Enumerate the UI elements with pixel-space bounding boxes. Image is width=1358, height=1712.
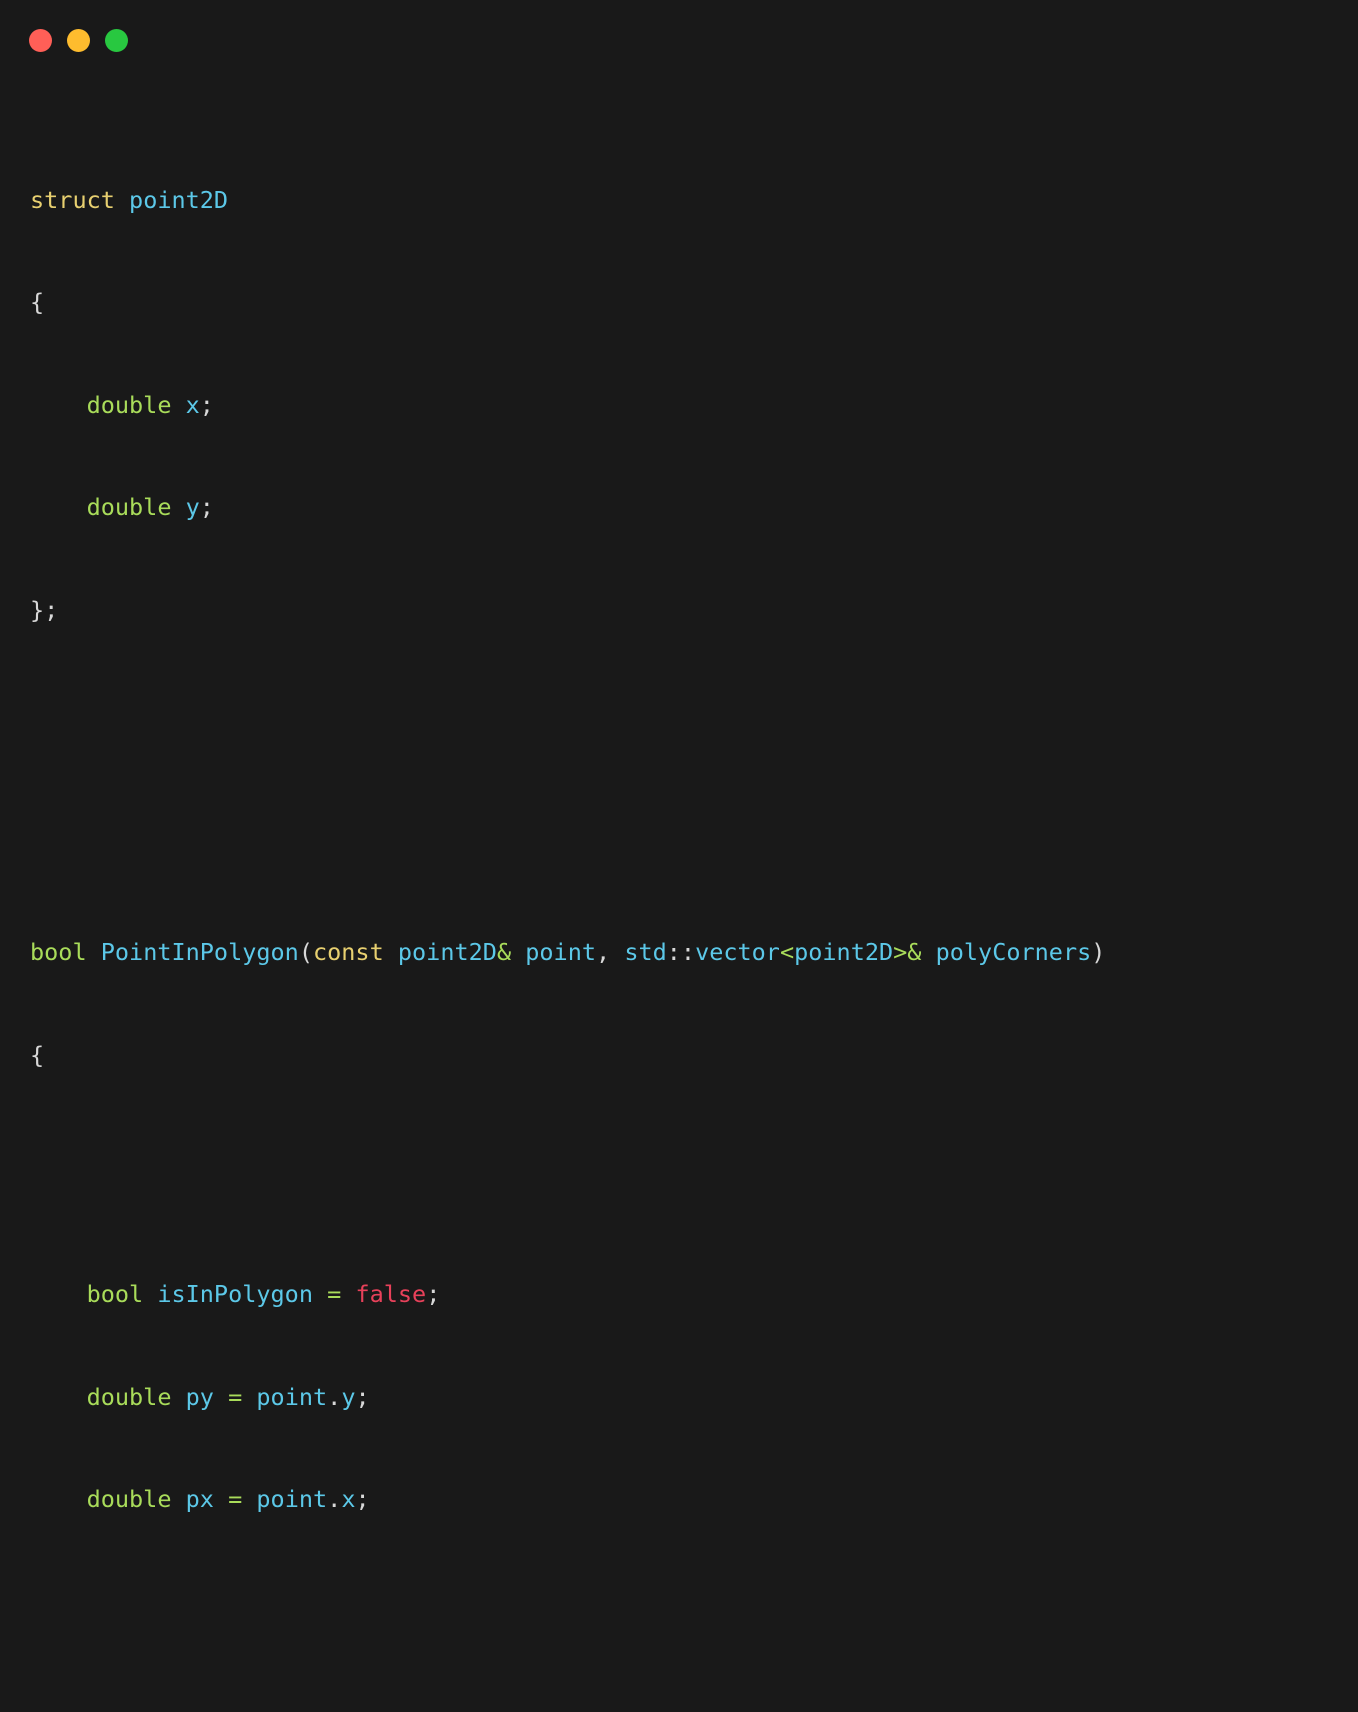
code-line: }; bbox=[30, 595, 59, 624]
code-line: double x; bbox=[86, 390, 214, 419]
code-line: struct point2D bbox=[30, 185, 229, 214]
code-line: double px = point.x; bbox=[86, 1485, 370, 1514]
maximize-button[interactable] bbox=[105, 28, 128, 52]
code-window: struct point2D { double x; double y; }; … bbox=[0, 0, 1358, 1712]
close-button[interactable] bbox=[29, 28, 52, 52]
code-line: double y; bbox=[86, 493, 214, 522]
code-line: bool isInPolygon = false; bbox=[86, 1279, 441, 1308]
code-line: { bbox=[30, 288, 45, 317]
code-line: double py = point.y; bbox=[86, 1382, 370, 1411]
code-editor[interactable]: struct point2D { double x; double y; }; … bbox=[0, 80, 1358, 1712]
code-line: { bbox=[30, 1040, 45, 1069]
minimize-button[interactable] bbox=[67, 28, 90, 52]
code-line: bool PointInPolygon(const point2D& point… bbox=[30, 937, 1106, 966]
window-titlebar bbox=[0, 0, 1358, 80]
